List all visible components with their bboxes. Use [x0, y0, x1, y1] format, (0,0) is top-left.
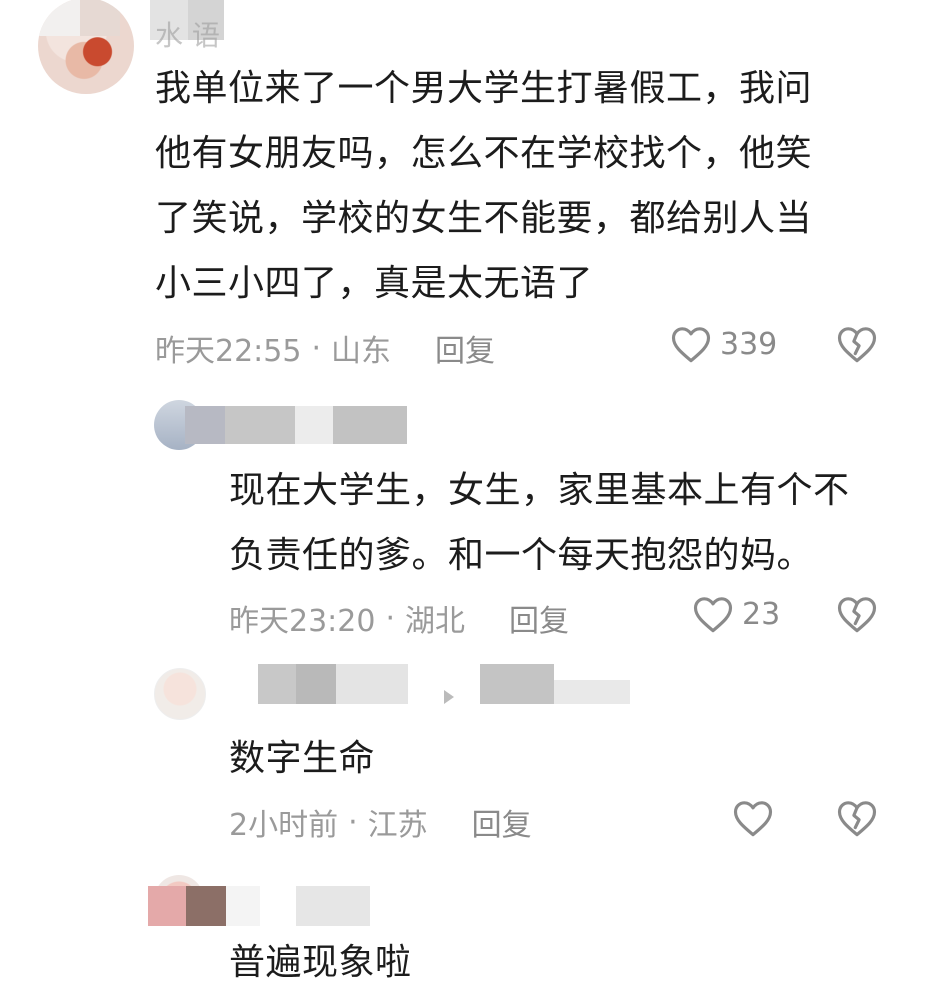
comment-meta: 昨天22:55 · 山东 回复 [155, 326, 495, 370]
dislike-button[interactable] [836, 594, 878, 638]
username-mosaic [295, 406, 333, 444]
comment-text: 普遍现象啦 [229, 930, 829, 995]
dislike-button[interactable] [836, 324, 878, 368]
reply-arrow-icon [444, 690, 454, 704]
separator: · [385, 600, 396, 636]
username-mosaic [333, 406, 407, 444]
comment-line: 了笑说，学校的女生不能要，都给别人当 [155, 198, 813, 239]
dislike-button[interactable] [836, 798, 878, 842]
comment-line: 小三小四了，真是太无语了 [155, 263, 594, 304]
comment-text: 数字生命 [229, 726, 829, 791]
username-mosaic [185, 406, 225, 444]
username-mosaic [226, 886, 260, 926]
comment-line: 数字生命 [229, 738, 376, 779]
like-button[interactable]: 23 [692, 594, 780, 634]
reply-button[interactable]: 回复 [509, 596, 569, 640]
username-mosaic [258, 664, 296, 704]
comment-line: 负责任的爹。和一个每天抱怨的妈。 [229, 535, 814, 576]
username-mosaic [148, 886, 186, 926]
reply-button[interactable]: 回复 [435, 326, 495, 370]
username-mosaic [336, 664, 408, 704]
username-mosaic [296, 664, 336, 704]
comment-time: 昨天23:20 [229, 604, 376, 639]
broken-heart-icon [837, 327, 877, 363]
username-mosaic [480, 664, 554, 704]
like-count: 23 [742, 596, 781, 632]
broken-heart-icon [837, 597, 877, 633]
username-mosaic [554, 680, 630, 704]
avatar[interactable] [154, 668, 206, 720]
heart-outline-icon [693, 597, 733, 633]
comment-location: 湖北 [405, 604, 466, 639]
comment-line: 现在大学生，女生，家里基本上有个不 [229, 470, 850, 511]
like-button[interactable] [732, 798, 774, 838]
comment-meta: 2小时前 · 江苏 回复 [229, 800, 532, 844]
broken-heart-icon [837, 801, 877, 837]
comment-time: 2小时前 [229, 808, 339, 843]
reply-button[interactable]: 回复 [472, 800, 532, 844]
username[interactable]: 水 语 [155, 14, 220, 54]
comment-location: 江苏 [367, 808, 428, 843]
username-mosaic [296, 886, 370, 926]
username-mosaic [225, 406, 295, 444]
avatar[interactable] [38, 0, 134, 94]
comment-meta: 昨天23:20 · 湖北 回复 [229, 596, 569, 640]
comment-line: 普遍现象啦 [229, 942, 412, 983]
like-button[interactable]: 339 [670, 324, 777, 364]
comment-location: 山东 [331, 334, 392, 369]
comment-text: 现在大学生，女生，家里基本上有个不 负责任的爹。和一个每天抱怨的妈。 [229, 458, 899, 588]
heart-outline-icon [671, 327, 711, 363]
comment-text: 我单位来了一个男大学生打暑假工，我问 他有女朋友吗，怎么不在学校找个，他笑 了笑… [155, 56, 895, 316]
like-count: 339 [720, 326, 778, 362]
separator: · [348, 804, 358, 840]
comment-line: 我单位来了一个男大学生打暑假工，我问 [155, 68, 813, 109]
username-mosaic [186, 886, 226, 926]
comment-time: 昨天22:55 [155, 334, 302, 369]
separator: · [311, 330, 322, 366]
comment-line: 他有女朋友吗，怎么不在学校找个，他笑 [155, 133, 813, 174]
heart-outline-icon [733, 801, 773, 837]
